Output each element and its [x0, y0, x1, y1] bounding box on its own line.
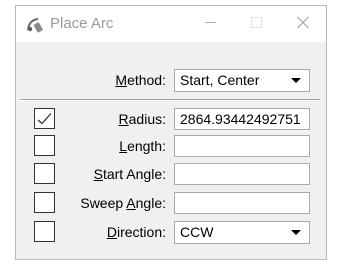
- maximize-button[interactable]: [234, 6, 280, 38]
- direction-lock-checkbox[interactable]: [34, 221, 55, 242]
- chevron-down-icon: [291, 230, 301, 235]
- direction-value: CCW: [180, 224, 214, 240]
- method-dropdown[interactable]: Start, Center: [174, 69, 310, 92]
- direction-dropdown[interactable]: CCW: [174, 221, 310, 244]
- checkmark-icon: [37, 113, 52, 125]
- window-title: Place Arc: [50, 15, 114, 32]
- length-input[interactable]: [174, 135, 310, 157]
- direction-label: Direction:: [106, 224, 166, 240]
- length-label: Length:: [119, 138, 166, 154]
- close-icon: [297, 16, 309, 28]
- maximize-icon: [251, 17, 262, 28]
- close-button[interactable]: [280, 6, 326, 38]
- method-value: Start, Center: [180, 72, 260, 88]
- minimize-icon: [205, 22, 216, 23]
- method-label: Method:: [115, 72, 166, 88]
- start-angle-label: Start Angle:: [93, 166, 166, 182]
- chevron-down-icon: [291, 78, 301, 83]
- start-angle-lock-checkbox[interactable]: [34, 163, 55, 184]
- radius-lock-checkbox[interactable]: [34, 108, 55, 129]
- title-bar[interactable]: Place Arc: [16, 6, 326, 42]
- length-lock-checkbox[interactable]: [34, 135, 55, 156]
- separator: [20, 99, 320, 101]
- sweep-angle-lock-checkbox[interactable]: [34, 192, 55, 213]
- place-arc-tool-icon: [26, 16, 44, 34]
- place-arc-dialog: Place Arc Method: Start, Center Radius: …: [15, 5, 327, 260]
- start-angle-input[interactable]: [174, 163, 310, 185]
- radius-label: Radius:: [118, 111, 166, 127]
- minimize-button[interactable]: [188, 6, 234, 38]
- sweep-angle-input[interactable]: [174, 192, 310, 214]
- radius-input[interactable]: 2864.93442492751: [174, 108, 310, 130]
- sweep-angle-label: Sweep Angle:: [80, 195, 166, 211]
